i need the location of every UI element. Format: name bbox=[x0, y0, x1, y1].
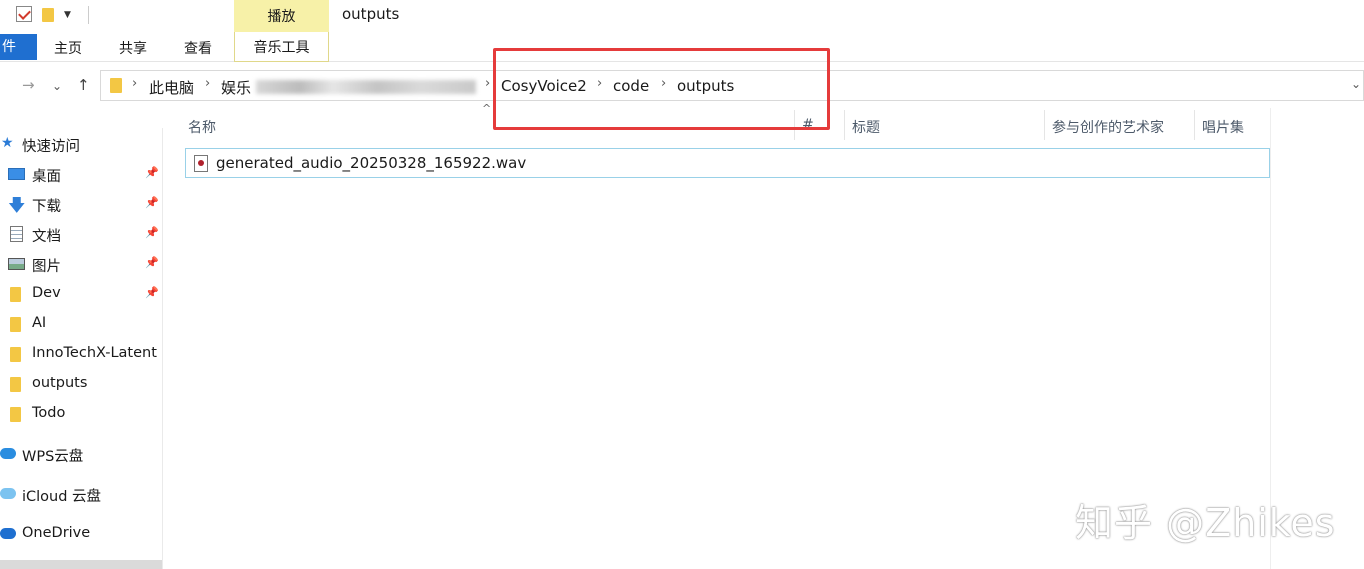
list-item[interactable]: generated_audio_20250328_165922.wav bbox=[185, 148, 1270, 178]
column-contributing-artists[interactable]: 参与创作的艺术家 bbox=[1052, 117, 1164, 137]
chevron-right-icon[interactable]: › bbox=[485, 76, 490, 91]
watermark: 知乎 @Zhikes bbox=[1075, 501, 1336, 545]
folder-icon bbox=[110, 78, 122, 93]
sidebar-item-documents[interactable]: 文档 📌 bbox=[0, 220, 162, 248]
pin-icon[interactable]: 📌 bbox=[145, 286, 159, 299]
sidebar-item-label: 图片 bbox=[32, 259, 61, 275]
column-album[interactable]: 唱片集 bbox=[1202, 117, 1244, 137]
pin-icon[interactable]: 📌 bbox=[145, 226, 159, 239]
tab-file[interactable]: 件 bbox=[0, 34, 37, 60]
sidebar-item-label: 桌面 bbox=[32, 169, 61, 185]
sidebar-item-label: outputs bbox=[32, 375, 88, 391]
column-divider[interactable] bbox=[1044, 110, 1045, 140]
column-name[interactable]: 名称 bbox=[188, 117, 216, 137]
breadcrumb-entertainment[interactable]: 娱乐 bbox=[221, 77, 251, 98]
sidebar-item-label: 文档 bbox=[32, 229, 61, 245]
cloud-icon bbox=[0, 528, 16, 539]
folder-icon bbox=[10, 317, 21, 332]
sidebar-item-label: OneDrive bbox=[22, 525, 91, 541]
quick-access-properties-icon[interactable] bbox=[16, 6, 32, 22]
column-divider[interactable] bbox=[844, 110, 845, 140]
sidebar-item-label: InnoTechX-Latent bbox=[32, 345, 157, 361]
highlight-box bbox=[493, 48, 830, 130]
sidebar-item-todo[interactable]: Todo bbox=[0, 400, 162, 428]
title-bar: ▼ 播放 outputs bbox=[0, 0, 1364, 32]
pin-icon[interactable]: 📌 bbox=[145, 166, 159, 179]
sidebar-item-onedrive[interactable]: OneDrive bbox=[0, 520, 162, 548]
sidebar-item-label: 下载 bbox=[32, 199, 61, 215]
sidebar-item-pictures[interactable]: 图片 📌 bbox=[0, 250, 162, 278]
tab-home[interactable]: 主页 bbox=[54, 38, 82, 58]
blurred-path-segment bbox=[256, 80, 476, 94]
sidebar-item-icloud[interactable]: iCloud 云盘 bbox=[0, 480, 162, 508]
folder-icon bbox=[10, 347, 21, 362]
sidebar-item-label: Todo bbox=[32, 405, 66, 421]
recent-locations-chevron-icon[interactable]: ⌄ bbox=[52, 79, 62, 93]
navigation-pane: ★ 快速访问 桌面 📌 🡇 下载 📌 文档 📌 图片 📌 Dev 📌 AI In… bbox=[0, 128, 163, 569]
forward-arrow-icon[interactable]: → bbox=[22, 76, 35, 94]
tab-view[interactable]: 查看 bbox=[184, 38, 212, 58]
quick-access-new-folder-icon[interactable] bbox=[42, 8, 54, 22]
desktop-icon bbox=[8, 168, 25, 180]
sidebar-item-this-pc-partial[interactable] bbox=[0, 560, 162, 569]
sidebar-item-quick-access[interactable]: ★ 快速访问 bbox=[0, 130, 162, 158]
sidebar-item-wps-cloud[interactable]: WPS云盘 bbox=[0, 440, 162, 468]
sidebar-item-label: 快速访问 bbox=[22, 139, 80, 155]
pictures-icon bbox=[8, 258, 25, 270]
sidebar-item-label: AI bbox=[32, 315, 47, 331]
column-divider[interactable] bbox=[1194, 110, 1195, 140]
toolbar-separator bbox=[88, 6, 89, 24]
sidebar-item-ai[interactable]: AI bbox=[0, 310, 162, 338]
up-arrow-icon[interactable]: ↑ bbox=[77, 76, 90, 94]
context-tab-play-header: 播放 bbox=[234, 0, 329, 32]
star-icon: ★ bbox=[1, 135, 14, 151]
sidebar-item-label: Dev bbox=[32, 285, 61, 301]
folder-icon bbox=[10, 287, 21, 302]
sidebar-item-label: WPS云盘 bbox=[22, 449, 84, 465]
folder-icon bbox=[10, 377, 21, 392]
column-title[interactable]: 标题 bbox=[852, 117, 880, 137]
tab-music-tools[interactable]: 音乐工具 bbox=[234, 32, 329, 62]
chevron-right-icon[interactable]: › bbox=[205, 76, 210, 91]
pin-icon[interactable]: 📌 bbox=[145, 196, 159, 209]
tab-share[interactable]: 共享 bbox=[119, 38, 147, 58]
sidebar-item-desktop[interactable]: 桌面 📌 bbox=[0, 160, 162, 188]
breadcrumb-this-pc[interactable]: 此电脑 bbox=[149, 77, 194, 98]
download-icon: 🡇 bbox=[8, 196, 26, 216]
chevron-right-icon[interactable]: › bbox=[132, 76, 137, 91]
cloud-icon bbox=[0, 448, 16, 459]
sidebar-item-dev[interactable]: Dev 📌 bbox=[0, 280, 162, 308]
sidebar-item-outputs[interactable]: outputs bbox=[0, 370, 162, 398]
document-icon bbox=[10, 226, 23, 242]
folder-icon bbox=[10, 407, 21, 422]
file-name: generated_audio_20250328_165922.wav bbox=[216, 154, 527, 172]
sort-ascending-icon: ^ bbox=[482, 102, 492, 115]
pin-icon[interactable]: 📌 bbox=[145, 256, 159, 269]
quick-access-dropdown-icon[interactable]: ▼ bbox=[64, 10, 71, 20]
address-dropdown-icon[interactable]: ⌄ bbox=[1351, 77, 1361, 91]
sidebar-item-downloads[interactable]: 🡇 下载 📌 bbox=[0, 190, 162, 218]
sidebar-item-label: iCloud 云盘 bbox=[22, 489, 102, 505]
cloud-icon bbox=[0, 488, 16, 499]
audio-file-icon bbox=[194, 155, 208, 172]
sidebar-item-innotechx-latent[interactable]: InnoTechX-Latent bbox=[0, 340, 162, 368]
window-title: outputs bbox=[342, 5, 400, 23]
